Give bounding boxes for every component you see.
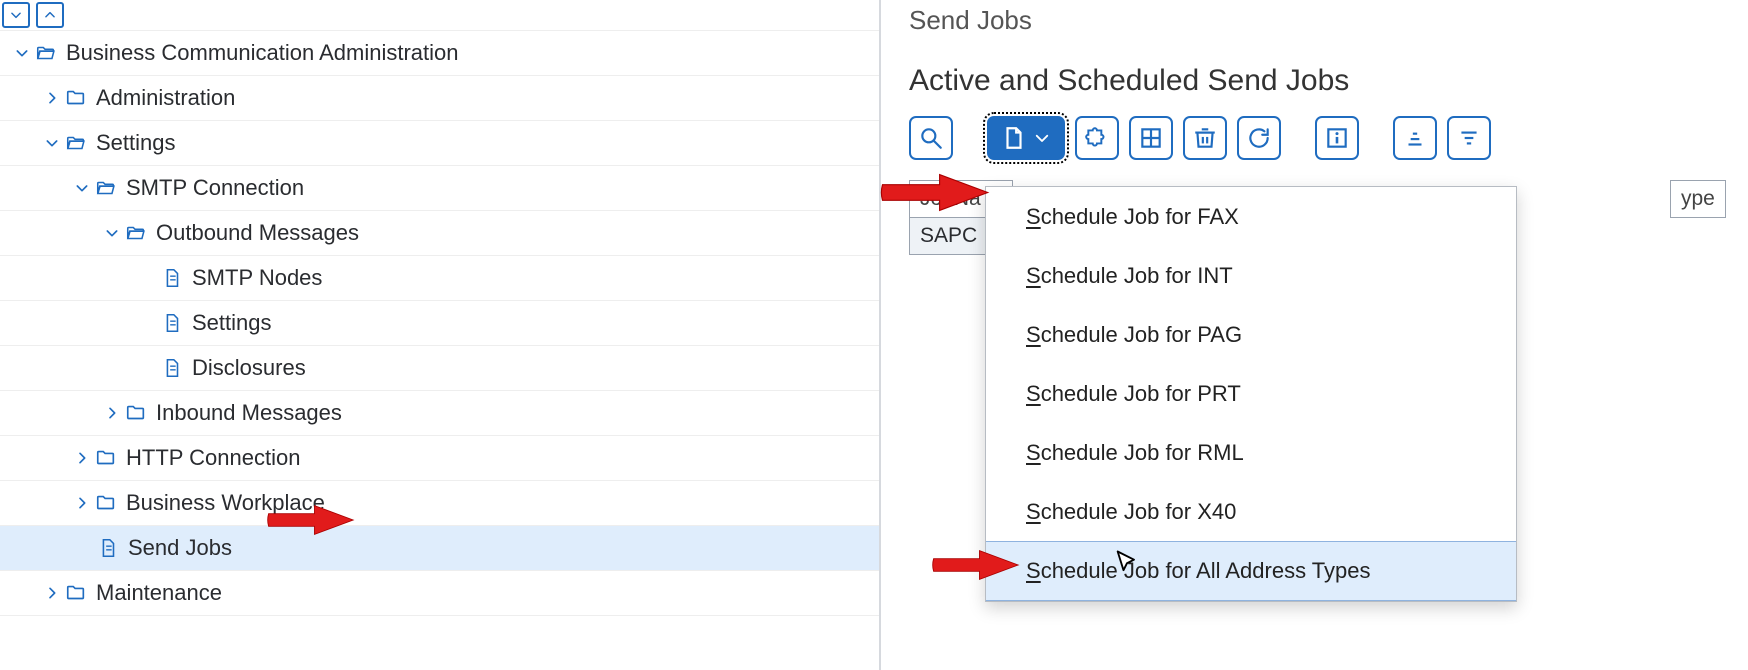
annotation-arrow-icon	[930, 545, 1020, 585]
tree-node-outbound-messages[interactable]: Outbound Messages	[0, 210, 879, 255]
filter-icon	[1456, 125, 1482, 151]
tree-label: Administration	[96, 85, 235, 111]
tree-node-settings[interactable]: Settings	[0, 120, 879, 165]
table-icon	[1138, 125, 1164, 151]
filter-button[interactable]	[1447, 116, 1491, 160]
tree-label: Business Communication Administration	[66, 40, 459, 66]
page-title: Send Jobs	[909, 5, 1726, 36]
trash-icon	[1192, 125, 1218, 151]
chevron-down-icon[interactable]	[40, 131, 64, 155]
chevron-right-icon[interactable]	[70, 491, 94, 515]
folder-icon	[64, 581, 88, 605]
tree-node-http-connection[interactable]: HTTP Connection	[0, 435, 879, 480]
tree-label: Send Jobs	[128, 535, 232, 561]
schedule-job-dropdown: Schedule Job for FAX Schedule Job for IN…	[985, 186, 1517, 602]
tree-node-bca[interactable]: Business Communication Administration	[0, 30, 879, 75]
document-icon	[160, 266, 184, 290]
document-icon	[160, 356, 184, 380]
folder-icon	[124, 401, 148, 425]
tree-body: Business Communication Administration Ad…	[0, 30, 879, 670]
tree-label: Maintenance	[96, 580, 222, 606]
tree-node-inbound-messages[interactable]: Inbound Messages	[0, 390, 879, 435]
refresh-icon	[1246, 125, 1272, 151]
annotation-arrow-icon	[265, 500, 355, 540]
column-type[interactable]: ype	[1670, 180, 1726, 218]
new-document-icon	[1001, 125, 1027, 151]
chevron-down-icon	[1033, 129, 1051, 147]
chevron-right-icon[interactable]	[40, 581, 64, 605]
chevron-down-icon[interactable]	[70, 176, 94, 200]
tree-label: Inbound Messages	[156, 400, 342, 426]
tree-node-settings-leaf[interactable]: Settings	[0, 300, 879, 345]
tree-node-smtp-connection[interactable]: SMTP Connection	[0, 165, 879, 210]
folder-open-icon	[34, 41, 58, 65]
tree-node-disclosures[interactable]: Disclosures	[0, 345, 879, 390]
new-job-split-button[interactable]	[987, 116, 1065, 160]
chevron-right-icon[interactable]	[70, 446, 94, 470]
dropdown-item-pag[interactable]: Schedule Job for PAG	[986, 305, 1516, 364]
folder-open-icon	[94, 176, 118, 200]
tree-label: HTTP Connection	[126, 445, 300, 471]
dropdown-item-fax[interactable]: Schedule Job for FAX	[986, 187, 1516, 246]
dropdown-item-all-address-types[interactable]: Schedule Job for All Address Types	[986, 541, 1516, 601]
tree-label: SMTP Nodes	[192, 265, 322, 291]
navigation-tree: Business Communication Administration Ad…	[0, 0, 881, 670]
delete-button[interactable]	[1183, 116, 1227, 160]
dropdown-item-rml[interactable]: Schedule Job for RML	[986, 423, 1516, 482]
chevron-right-icon[interactable]	[100, 401, 124, 425]
search-icon	[918, 125, 944, 151]
dropdown-item-prt[interactable]: Schedule Job for PRT	[986, 364, 1516, 423]
collapse-all-button[interactable]	[2, 2, 30, 28]
tree-node-send-jobs[interactable]: Send Jobs	[0, 525, 879, 570]
chevron-right-icon[interactable]	[40, 86, 64, 110]
refresh-button[interactable]	[1237, 116, 1281, 160]
chevron-down-icon[interactable]	[100, 221, 124, 245]
chevron-down-icon[interactable]	[10, 41, 34, 65]
folder-icon	[64, 86, 88, 110]
mouse-cursor-icon	[1113, 548, 1141, 576]
folder-icon	[94, 446, 118, 470]
tree-label: SMTP Connection	[126, 175, 304, 201]
folder-open-icon	[124, 221, 148, 245]
sort-button[interactable]	[1393, 116, 1437, 160]
folder-open-icon	[64, 131, 88, 155]
tree-node-business-workplace[interactable]: Business Workplace	[0, 480, 879, 525]
tree-node-administration[interactable]: Administration	[0, 75, 879, 120]
dropdown-item-x40[interactable]: Schedule Job for X40	[986, 482, 1516, 541]
layout-button[interactable]	[1129, 116, 1173, 160]
tree-label: Outbound Messages	[156, 220, 359, 246]
annotation-arrow-icon	[878, 170, 990, 215]
document-icon	[160, 311, 184, 335]
puzzle-icon	[1084, 125, 1110, 151]
tree-label: Disclosures	[192, 355, 306, 381]
tree-toolbar	[0, 0, 879, 30]
tree-node-maintenance[interactable]: Maintenance	[0, 570, 879, 616]
tree-label: Settings	[192, 310, 272, 336]
info-icon	[1324, 125, 1350, 151]
tree-label: Settings	[96, 130, 176, 156]
section-title: Active and Scheduled Send Jobs	[909, 64, 1726, 98]
search-button[interactable]	[909, 116, 953, 160]
sort-asc-icon	[1402, 125, 1428, 151]
folder-icon	[94, 491, 118, 515]
tree-node-smtp-nodes[interactable]: SMTP Nodes	[0, 255, 879, 300]
toolbar	[909, 116, 1726, 160]
expand-all-button[interactable]	[36, 2, 64, 28]
document-icon	[96, 536, 120, 560]
puzzle-button[interactable]	[1075, 116, 1119, 160]
dropdown-item-int[interactable]: Schedule Job for INT	[986, 246, 1516, 305]
info-button[interactable]	[1315, 116, 1359, 160]
